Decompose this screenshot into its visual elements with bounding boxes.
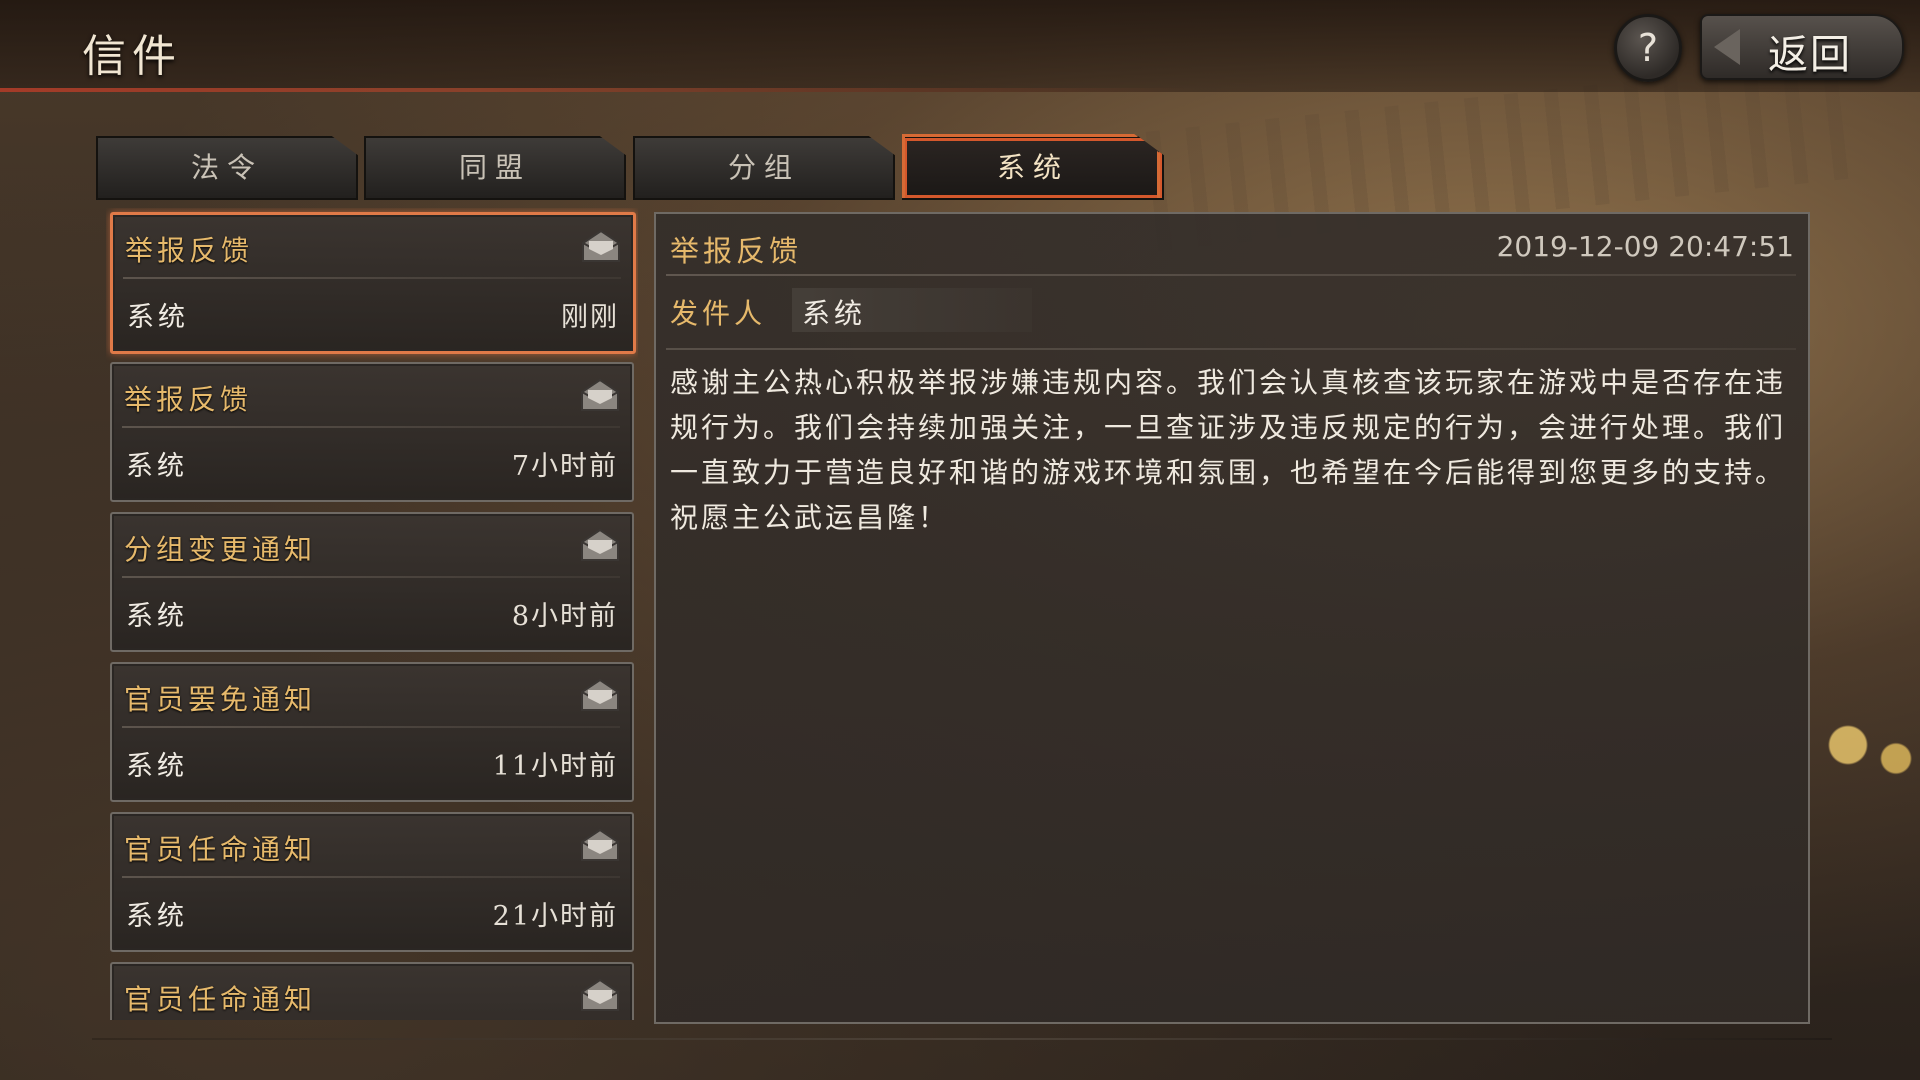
envelope-open-icon <box>581 678 619 711</box>
mail-item[interactable]: 官员罢免通知 系统 11小时前 <box>110 662 634 802</box>
mail-detail-title: 举报反馈 <box>670 234 803 268</box>
mail-time: 11小时前 <box>492 751 618 782</box>
back-button[interactable]: 返回 <box>1700 14 1904 80</box>
detail-divider <box>666 274 1796 276</box>
background-coins-decoration <box>1800 700 1920 790</box>
mail-sender: 系统 <box>127 302 189 333</box>
mail-divider <box>122 876 620 878</box>
mail-time: 21小时前 <box>492 901 618 932</box>
mail-sender: 系统 <box>126 451 188 482</box>
mail-item[interactable]: 官员任命通知 系统 21小时前 <box>110 812 634 952</box>
sender-name: 系统 <box>802 297 867 330</box>
back-button-label: 返回 <box>1768 32 1852 78</box>
mail-time: 刚刚 <box>561 302 619 333</box>
envelope-open-icon <box>582 229 620 262</box>
tab-alliance[interactable]: 同盟 <box>364 136 626 200</box>
mail-item[interactable]: 官员任命通知 <box>110 962 634 1020</box>
mail-divider <box>123 277 621 279</box>
mail-item[interactable]: 举报反馈 系统 7小时前 <box>110 362 634 502</box>
mail-subject: 官员罢免通知 <box>124 683 317 716</box>
mail-item[interactable]: 举报反馈 系统 刚刚 <box>110 212 636 354</box>
detail-divider <box>666 348 1796 350</box>
mail-divider <box>122 726 620 728</box>
bottom-divider <box>92 1038 1832 1040</box>
mail-time: 8小时前 <box>511 601 618 632</box>
mail-sender: 系统 <box>126 751 188 782</box>
sender-label: 发件人 <box>670 297 767 330</box>
help-button[interactable]: ? <box>1614 14 1682 82</box>
mail-sender: 系统 <box>126 901 188 932</box>
mail-subject: 分组变更通知 <box>124 533 317 566</box>
back-arrow-icon <box>1714 29 1740 65</box>
mail-divider <box>122 576 620 578</box>
header-accent-line <box>0 88 1200 92</box>
mail-sender: 系统 <box>126 601 188 632</box>
mail-time: 7小时前 <box>511 451 618 482</box>
envelope-open-icon <box>581 978 619 1011</box>
mail-item[interactable]: 分组变更通知 系统 8小时前 <box>110 512 634 652</box>
mail-subject: 官员任命通知 <box>124 983 317 1016</box>
mail-subject: 举报反馈 <box>125 234 254 267</box>
tab-edict[interactable]: 法令 <box>96 136 358 200</box>
mail-detail-panel: 举报反馈 2019-12-09 20:47:51 发件人 系统 感谢主公热心积极… <box>654 212 1810 1024</box>
mail-subject: 举报反馈 <box>124 383 253 416</box>
mail-subject: 官员任命通知 <box>124 833 317 866</box>
mail-divider <box>122 426 620 428</box>
mail-body-text: 感谢主公热心积极举报涉嫌违规内容。我们会认真核查该玩家在游戏中是否存在违规行为。… <box>670 366 1787 534</box>
tab-system[interactable]: 系统 <box>902 136 1164 200</box>
page-title: 信件 <box>82 31 182 82</box>
mail-list[interactable]: 举报反馈 系统 刚刚 举报反馈 系统 7小时前 分组变更通知 系统 8小时前 官… <box>106 208 638 1020</box>
envelope-open-icon <box>581 828 619 861</box>
envelope-open-icon <box>581 378 619 411</box>
mail-detail-date: 2019-12-09 20:47:51 <box>1496 230 1794 263</box>
envelope-open-icon <box>581 528 619 561</box>
tab-group[interactable]: 分组 <box>633 136 895 200</box>
